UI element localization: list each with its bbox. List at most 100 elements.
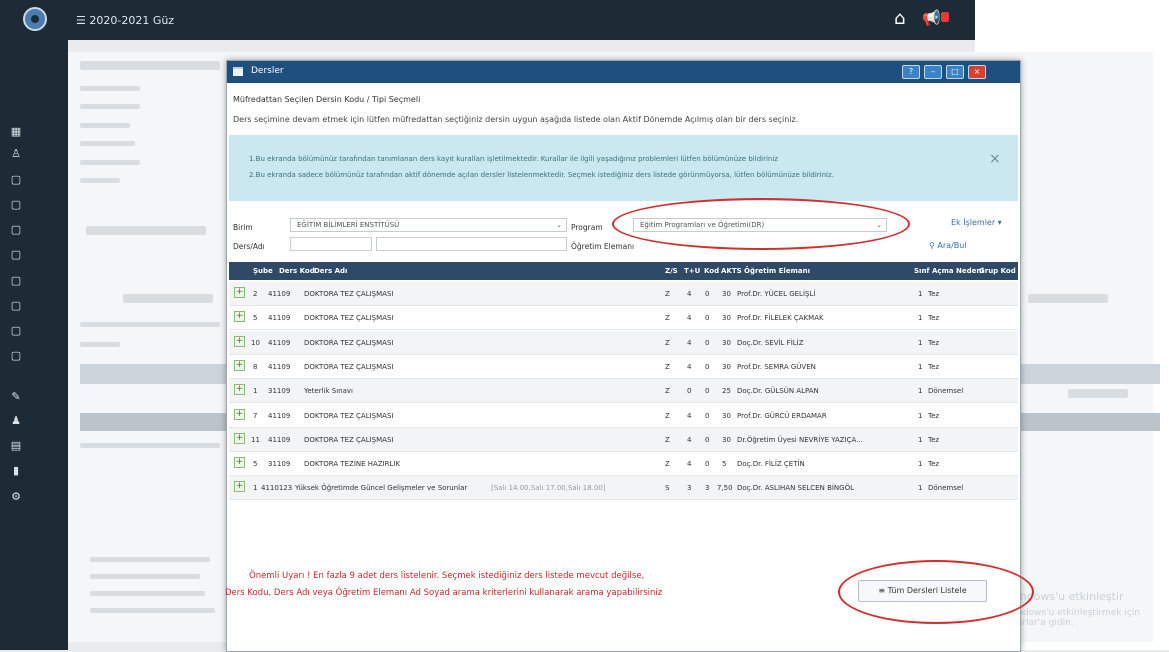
menu-grid-icon[interactable]: ▦ xyxy=(10,126,22,138)
birim-select[interactable]: EĞİTİM BİLİMLERİ ENSTİTÜSÜ ⌄ xyxy=(290,218,567,232)
header-cell: Ders Adı xyxy=(314,267,348,275)
ders-adi-input[interactable] xyxy=(376,237,567,251)
cell-tu: 4 xyxy=(687,339,692,347)
table-row[interactable]: + 5 31109 DOKTORA TEZİNE HAZIRLIK Z 4 0 … xyxy=(229,452,1018,476)
cell-zs: Z xyxy=(665,290,670,298)
sidebar-item-icon[interactable]: ▢ xyxy=(10,174,22,186)
sidebar-item-icon[interactable]: ▢ xyxy=(10,224,22,236)
table-row[interactable]: + 5 41109 DOKTORA TEZ ÇALIŞMASI Z 4 0 30… xyxy=(229,306,1018,330)
cell-akts: 30 xyxy=(722,436,731,444)
cell-zs: Z xyxy=(665,387,670,395)
modal-title: Dersler xyxy=(251,66,284,76)
blurred-text xyxy=(90,574,200,579)
add-course-icon[interactable]: + xyxy=(234,360,245,371)
cell-ogretim: Prof.Dr. SEMRA GÜVEN xyxy=(737,363,816,371)
cell-neden: Tez xyxy=(928,339,940,347)
modal-titlebar: Dersler ? – □ × xyxy=(227,61,1020,83)
cell-ad: DOKTORA TEZİNE HAZIRLIK xyxy=(304,460,401,468)
ders-label: Ders/Adı xyxy=(233,242,265,251)
cell-sube: 1 xyxy=(253,484,258,492)
add-course-icon[interactable]: + xyxy=(234,409,245,420)
table-row[interactable]: + 1 31109 Yeterlik Sınavı Z 0 0 25 Doç.D… xyxy=(229,379,1018,403)
cell-k: 0 xyxy=(705,460,710,468)
sidebar-item-icon[interactable]: ▢ xyxy=(10,249,22,261)
cell-ad: Yüksek Öğretimde Güncel Gelişmeler ve So… xyxy=(295,484,468,492)
cell-kod: 41109 xyxy=(268,363,291,371)
table-row[interactable]: + 7 41109 DOKTORA TEZ ÇALIŞMASI Z 4 0 30… xyxy=(229,404,1018,428)
watermark-text: Windows'u etkinleştirmek için Ayarlar'a … xyxy=(1006,608,1141,628)
sidebar-item-icon[interactable]: ▢ xyxy=(10,300,22,312)
cell-ad: DOKTORA TEZ ÇALIŞMASI xyxy=(304,436,394,444)
cell-k: 0 xyxy=(705,436,710,444)
term-selector[interactable]: ☰ 2020-2021 Güz xyxy=(76,14,174,27)
add-course-icon[interactable]: + xyxy=(234,384,245,395)
settings-icon[interactable]: ⚙ xyxy=(10,491,22,503)
add-course-icon[interactable]: + xyxy=(234,311,245,322)
cell-ad: DOKTORA TEZ ÇALIŞMASI xyxy=(304,412,394,420)
table-row[interactable]: + 11 41109 DOKTORA TEZ ÇALIŞMASI Z 4 0 3… xyxy=(229,428,1018,452)
home-icon[interactable]: ⌂ xyxy=(894,8,905,29)
ara-bul-button[interactable]: ⚲ Ara/Bul xyxy=(929,241,967,250)
users-icon[interactable]: ♟ xyxy=(10,415,22,427)
chevron-down-icon: ⌄ xyxy=(556,221,562,229)
blurred-text xyxy=(80,141,135,146)
add-course-icon[interactable]: + xyxy=(234,457,245,468)
cell-ad: DOKTORA TEZ ÇALIŞMASI xyxy=(304,314,394,322)
close-icon[interactable]: × xyxy=(989,151,1001,167)
cell-neden: Dönemsel xyxy=(928,387,964,395)
ek-islemler-dropdown[interactable]: Ek İşlemler ▾ xyxy=(951,218,1002,227)
cell-schedule: [Salı 14.00,Salı 17.00,Salı 18.00] xyxy=(491,484,606,492)
id-card-icon[interactable]: ▤ xyxy=(10,440,22,452)
cell-ogretim: Doç.Dr. FİLİZ ÇETİN xyxy=(737,460,805,468)
cell-tu: 4 xyxy=(687,436,692,444)
document-icon[interactable]: ▮ xyxy=(10,465,22,477)
sidebar-item-icon[interactable]: ▢ xyxy=(10,199,22,211)
cell-sinif: 1 xyxy=(918,363,923,371)
sidebar-item-icon[interactable]: ▢ xyxy=(10,350,22,362)
sidebar-item-icon[interactable]: ▢ xyxy=(10,275,22,287)
blurred-button xyxy=(86,226,206,235)
ders-kod-input[interactable] xyxy=(290,237,372,251)
cell-kod: 41109 xyxy=(268,436,291,444)
sidebar-item-icon[interactable]: ▢ xyxy=(10,325,22,337)
header-cell: AKTS xyxy=(721,267,742,275)
cell-k: 0 xyxy=(705,290,710,298)
cell-sinif: 1 xyxy=(918,290,923,298)
cell-zs: S xyxy=(665,484,670,492)
add-course-icon[interactable]: + xyxy=(234,433,245,444)
table-row[interactable]: + 2 41109 DOKTORA TEZ ÇALIŞMASI Z 4 0 30… xyxy=(229,282,1018,306)
university-logo-icon[interactable] xyxy=(23,7,47,31)
cell-sinif: 1 xyxy=(918,484,923,492)
edit-icon[interactable]: ✎ xyxy=(10,391,22,403)
table-row[interactable]: + 10 41109 DOKTORA TEZ ÇALIŞMASI Z 4 0 3… xyxy=(229,331,1018,355)
cell-k: 3 xyxy=(705,484,710,492)
cell-sube: 10 xyxy=(251,339,260,347)
cell-sube: 1 xyxy=(253,387,258,395)
add-course-icon[interactable]: + xyxy=(234,287,245,298)
annotation-ellipse xyxy=(612,198,910,250)
header-cell: Kod xyxy=(704,267,720,275)
cell-tu: 4 xyxy=(687,290,692,298)
maximize-button[interactable]: □ xyxy=(946,65,964,79)
cell-sube: 5 xyxy=(253,314,258,322)
header-cell: Şube xyxy=(253,267,273,275)
sidebar: ▦ ♙ ▢ ▢ ▢ ▢ ▢ ▢ ▢ ▢ ✎ ♟ ▤ ▮ ⚙ xyxy=(0,40,68,650)
cell-akts: 5 xyxy=(722,460,727,468)
add-course-icon[interactable]: + xyxy=(234,336,245,347)
cell-kod: 41109 xyxy=(268,314,291,322)
add-course-icon[interactable]: + xyxy=(234,481,245,492)
megaphone-icon[interactable]: 📢 xyxy=(922,9,941,27)
table-row[interactable]: + 1 4110123 Yüksek Öğretimde Güncel Geli… xyxy=(229,476,1018,500)
table-row[interactable]: + 8 41109 DOKTORA TEZ ÇALIŞMASI Z 4 0 30… xyxy=(229,355,1018,379)
ogretim-label: Öğretim Elemanı xyxy=(571,242,635,251)
cell-sube: 2 xyxy=(253,290,258,298)
help-button[interactable]: ? xyxy=(902,65,920,79)
cell-ogretim: Doç.Dr. ASLIHAN SELCEN BİNGÖL xyxy=(737,484,855,492)
header-cell: Açma Nedeni xyxy=(932,267,984,275)
blurred-text xyxy=(80,322,220,327)
cell-tu: 4 xyxy=(687,460,692,468)
user-icon[interactable]: ♙ xyxy=(10,148,22,160)
close-button[interactable]: × xyxy=(968,65,986,79)
minimize-button[interactable]: – xyxy=(924,65,942,79)
header-cell: T+U xyxy=(684,267,701,275)
